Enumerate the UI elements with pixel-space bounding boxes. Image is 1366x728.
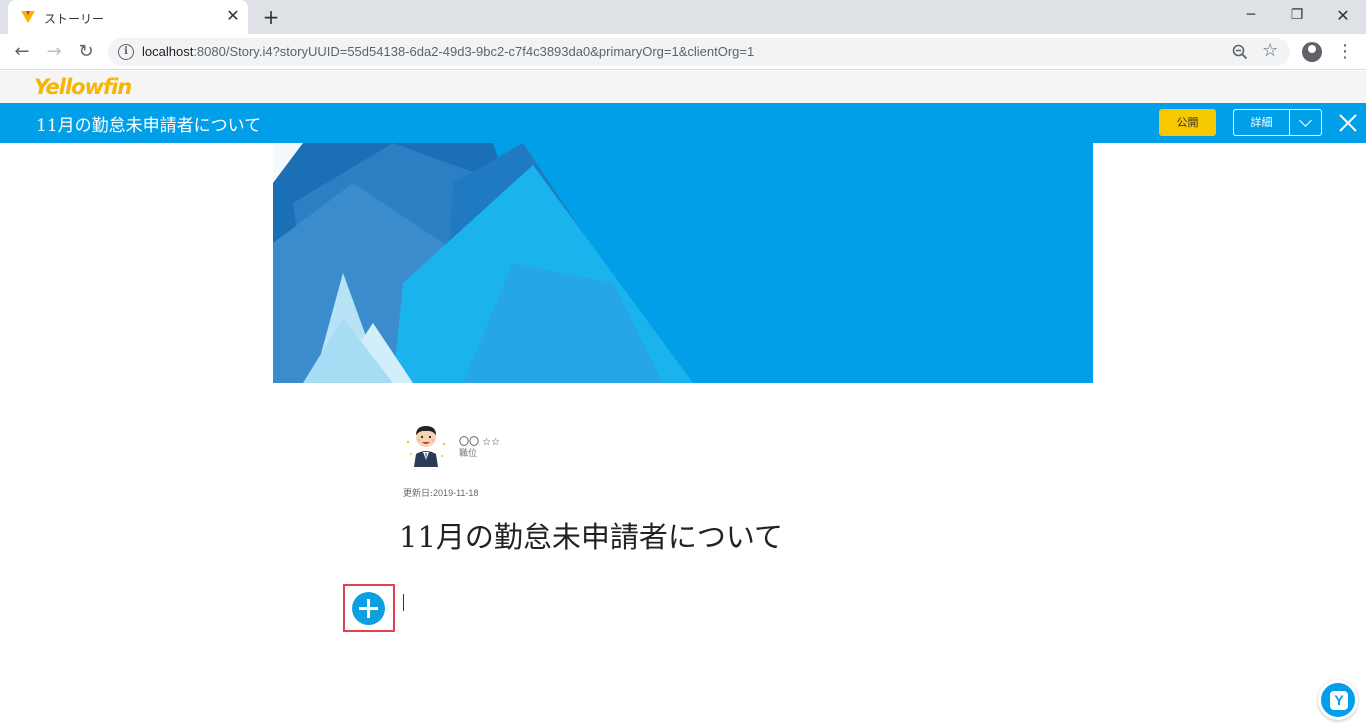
browser-tab[interactable]: ストーリー ✕ bbox=[8, 0, 248, 34]
updated-date: 更新日:2019-11-18 bbox=[403, 486, 478, 499]
updated-label: 更新日: bbox=[403, 489, 434, 499]
story-title[interactable]: 11月の勤怠未申請者について bbox=[399, 514, 783, 556]
app-logo-bar: Yellowfin bbox=[0, 71, 1366, 103]
new-tab-button[interactable]: + bbox=[260, 6, 282, 28]
window-close-button[interactable]: ✕ bbox=[1320, 0, 1366, 30]
updated-value: 2019-11-18 bbox=[433, 488, 479, 498]
yellowfin-logo[interactable]: Yellowfin bbox=[34, 74, 132, 100]
bookmark-star-icon[interactable]: ☆ bbox=[1262, 40, 1278, 61]
browser-menu-icon[interactable]: ⋮ bbox=[1336, 40, 1354, 64]
detail-button[interactable]: 詳細 bbox=[1233, 109, 1289, 136]
reload-icon[interactable]: ↻ bbox=[76, 42, 96, 62]
author-role: 職位 bbox=[459, 449, 478, 459]
maximize-button[interactable]: ❐ bbox=[1274, 0, 1320, 30]
story-header-bar: 11月の勤怠未申請者について 公開 詳細 bbox=[0, 103, 1366, 143]
back-arrow-icon[interactable]: ← bbox=[12, 42, 32, 62]
info-icon[interactable]: i bbox=[118, 44, 134, 60]
browser-toolbar: ← → ↻ i localhost:8080/Story.i4?storyUUI… bbox=[0, 34, 1366, 70]
tab-title: ストーリー bbox=[44, 12, 105, 26]
story-header-title: 11月の勤怠未申請者について bbox=[36, 116, 262, 136]
address-bar[interactable]: i localhost:8080/Story.i4?storyUUID=55d5… bbox=[108, 38, 1290, 66]
author-avatar[interactable] bbox=[402, 420, 450, 468]
url-text[interactable]: localhost:8080/Story.i4?storyUUID=55d541… bbox=[142, 44, 754, 59]
detail-dropdown-chevron-icon[interactable] bbox=[1289, 109, 1322, 136]
add-content-plus-icon[interactable] bbox=[352, 592, 385, 625]
url-host: localhost bbox=[142, 44, 194, 59]
logo-text: Yellowfin bbox=[34, 75, 132, 99]
url-path: :8080/Story.i4?storyUUID=55d54138-6da2-4… bbox=[193, 44, 755, 59]
tab-close-icon[interactable]: ✕ bbox=[225, 8, 241, 24]
yellowfin-assist-icon: Y bbox=[1330, 691, 1348, 710]
close-story-icon[interactable] bbox=[1336, 111, 1360, 135]
text-cursor[interactable] bbox=[403, 594, 404, 611]
profile-icon[interactable] bbox=[1302, 42, 1322, 62]
publish-button[interactable]: 公開 bbox=[1159, 109, 1216, 136]
story-cover-image[interactable] bbox=[273, 143, 1093, 383]
minimize-button[interactable]: ─ bbox=[1228, 0, 1274, 30]
browser-tabstrip: ストーリー ✕ + ─ ❐ ✕ bbox=[0, 0, 1366, 34]
forward-arrow-icon[interactable]: → bbox=[44, 42, 64, 62]
yellowfin-assist-button[interactable]: Y bbox=[1318, 680, 1358, 720]
zoom-icon[interactable] bbox=[1232, 44, 1248, 60]
yellowfin-favicon-icon bbox=[21, 11, 35, 23]
